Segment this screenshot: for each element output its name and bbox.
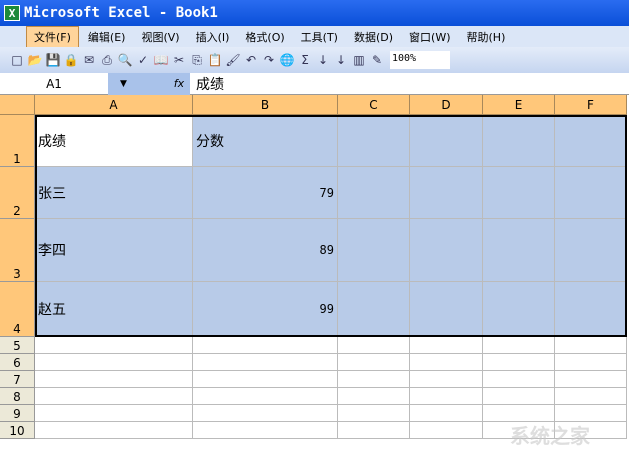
cell-D8[interactable] [410, 388, 483, 405]
sort-asc-icon[interactable]: ↓ [314, 53, 332, 67]
row-header-10[interactable]: 10 [0, 422, 35, 439]
open-icon[interactable]: 📂 [26, 53, 44, 67]
cell-B5[interactable] [193, 337, 338, 354]
redo-icon[interactable]: ↷ [260, 53, 278, 67]
menu-item-2[interactable]: 视图(V) [134, 27, 186, 47]
menu-item-8[interactable]: 帮助(H) [460, 27, 513, 47]
excel-icon: X [4, 5, 20, 21]
watermark: 系统之家 [510, 424, 590, 448]
cell-B7[interactable] [193, 371, 338, 388]
menu-item-5[interactable]: 工具(T) [294, 27, 345, 47]
format-painter-icon[interactable]: 🖌 [224, 53, 242, 67]
name-box-dropdown-icon[interactable]: ▼ [108, 72, 168, 95]
cell-F8[interactable] [555, 388, 627, 405]
cell-D9[interactable] [410, 405, 483, 422]
cell-C10[interactable] [338, 422, 410, 439]
cell-B8[interactable] [193, 388, 338, 405]
drawing-icon[interactable]: ✎ [368, 53, 386, 67]
row-header-1[interactable]: 1 [0, 115, 35, 167]
column-header-E[interactable]: E [483, 95, 555, 115]
formula-input[interactable]: 成绩 [190, 74, 224, 94]
selection-border [35, 115, 627, 337]
research-icon[interactable]: 📖 [152, 53, 170, 67]
zoom-box[interactable]: 100% [390, 51, 450, 69]
cell-E6[interactable] [483, 354, 555, 371]
cell-C7[interactable] [338, 371, 410, 388]
new-icon[interactable]: □ [8, 53, 26, 67]
cell-E7[interactable] [483, 371, 555, 388]
autosum-icon[interactable]: Σ [296, 53, 314, 67]
print-icon[interactable]: ⎙ [98, 53, 116, 68]
row-header-4[interactable]: 4 [0, 282, 35, 337]
cell-A6[interactable] [35, 354, 193, 371]
permission-icon[interactable]: 🔒 [62, 53, 80, 67]
menu-item-1[interactable]: 编辑(E) [81, 27, 133, 47]
copy-icon[interactable]: ⎘ [188, 53, 206, 68]
cell-F5[interactable] [555, 337, 627, 354]
cell-F6[interactable] [555, 354, 627, 371]
cell-F7[interactable] [555, 371, 627, 388]
column-header-A[interactable]: A [35, 95, 193, 115]
row-header-8[interactable]: 8 [0, 388, 35, 405]
cell-D7[interactable] [410, 371, 483, 388]
cell-D6[interactable] [410, 354, 483, 371]
select-all-corner[interactable] [0, 95, 35, 115]
cell-C8[interactable] [338, 388, 410, 405]
row-header-9[interactable]: 9 [0, 405, 35, 422]
save-icon[interactable]: 💾 [44, 53, 62, 67]
row-header-7[interactable]: 7 [0, 371, 35, 388]
hyperlink-icon[interactable]: 🌐 [278, 53, 296, 67]
sort-desc-icon[interactable]: ↓ [332, 53, 350, 67]
title-bar: X Microsoft Excel - Book1 [0, 0, 629, 26]
row-header-6[interactable]: 6 [0, 354, 35, 371]
insert-function-button[interactable]: fx [168, 72, 190, 95]
menu-item-0[interactable]: 文件(F) [26, 25, 79, 48]
cell-E5[interactable] [483, 337, 555, 354]
formula-bar: A1 ▼ fx 成绩 [0, 72, 629, 95]
cell-A7[interactable] [35, 371, 193, 388]
paste-icon[interactable]: 📋 [206, 53, 224, 67]
column-header-C[interactable]: C [338, 95, 410, 115]
cut-icon[interactable]: ✂ [170, 53, 188, 67]
menu-item-7[interactable]: 窗口(W) [402, 27, 457, 47]
menu-item-4[interactable]: 格式(O) [238, 27, 291, 47]
email-icon[interactable]: ✉ [80, 53, 98, 67]
spelling-icon[interactable]: ✓ [134, 53, 152, 67]
cell-A9[interactable] [35, 405, 193, 422]
row-header-5[interactable]: 5 [0, 337, 35, 354]
standard-toolbar: □ 📂 💾 🔒 ✉ ⎙ 🔍 ✓ 📖 ✂ ⎘ 📋 🖌 ↶ ↷ 🌐 Σ ↓ ↓ ▥ ✎ 100% [0, 47, 629, 73]
window-title: Microsoft Excel - Book1 [24, 5, 218, 21]
cell-D10[interactable] [410, 422, 483, 439]
column-header-B[interactable]: B [193, 95, 338, 115]
column-header-D[interactable]: D [410, 95, 483, 115]
cell-A10[interactable] [35, 422, 193, 439]
cell-C9[interactable] [338, 405, 410, 422]
cell-A5[interactable] [35, 337, 193, 354]
cell-E8[interactable] [483, 388, 555, 405]
column-header-F[interactable]: F [555, 95, 627, 115]
cell-A8[interactable] [35, 388, 193, 405]
print-preview-icon[interactable]: 🔍 [116, 53, 134, 67]
row-header-3[interactable]: 3 [0, 219, 35, 282]
chart-icon[interactable]: ▥ [350, 53, 368, 67]
cell-D5[interactable] [410, 337, 483, 354]
name-box[interactable]: A1 [0, 77, 108, 91]
row-header-2[interactable]: 2 [0, 167, 35, 219]
menu-item-6[interactable]: 数据(D) [347, 27, 400, 47]
cell-B10[interactable] [193, 422, 338, 439]
menu-bar: 文件(F) 编辑(E) 视图(V) 插入(I) 格式(O) 工具(T) 数据(D) 窗口(W)… [0, 25, 629, 48]
cell-C6[interactable] [338, 354, 410, 371]
menu-item-3[interactable]: 插入(I) [189, 27, 237, 47]
cell-B9[interactable] [193, 405, 338, 422]
cell-B6[interactable] [193, 354, 338, 371]
cell-C5[interactable] [338, 337, 410, 354]
undo-icon[interactable]: ↶ [242, 53, 260, 67]
